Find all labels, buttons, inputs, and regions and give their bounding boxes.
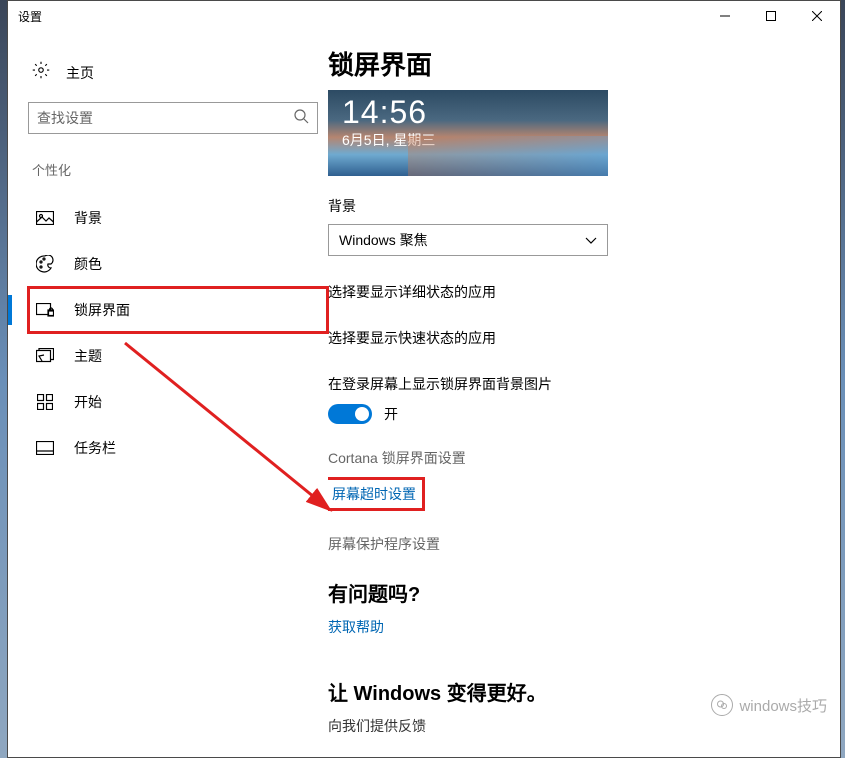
category-header: 个性化 bbox=[32, 160, 328, 179]
home-label: 主页 bbox=[66, 63, 94, 83]
themes-icon bbox=[36, 348, 54, 364]
get-help-link[interactable]: 获取帮助 bbox=[328, 617, 840, 637]
cortana-settings-link[interactable]: Cortana 锁屏界面设置 bbox=[328, 448, 840, 468]
background-label: 背景 bbox=[328, 196, 840, 216]
sidebar-item-taskbar[interactable]: 任务栏 bbox=[28, 425, 328, 471]
close-button[interactable] bbox=[794, 1, 840, 31]
detail-apps-label: 选择要显示详细状态的应用 bbox=[328, 282, 840, 302]
sidebar: 主页 个性化 背景 颜色 bbox=[8, 31, 328, 757]
lockscreen-icon bbox=[36, 303, 54, 317]
maximize-button[interactable] bbox=[748, 1, 794, 31]
sidebar-item-label: 主题 bbox=[74, 346, 102, 366]
window-title: 设置 bbox=[18, 8, 42, 25]
sidebar-item-colors[interactable]: 颜色 bbox=[28, 241, 328, 287]
page-title: 锁屏界面 bbox=[328, 45, 840, 82]
sidebar-item-label: 开始 bbox=[74, 392, 102, 412]
main-panel: 锁屏界面 14:56 6月5日, 星期三 背景 Windows 聚焦 选择要显示… bbox=[328, 31, 840, 757]
screen-timeout-link[interactable]: 屏幕超时设置 bbox=[328, 482, 420, 506]
watermark: windows技巧 bbox=[711, 694, 827, 716]
quick-apps-label: 选择要显示快速状态的应用 bbox=[328, 328, 840, 348]
wechat-icon bbox=[711, 694, 733, 716]
feedback-link[interactable]: 向我们提供反馈 bbox=[328, 716, 840, 736]
search-icon bbox=[293, 108, 309, 129]
background-dropdown[interactable]: Windows 聚焦 bbox=[328, 224, 608, 256]
lockscreen-preview[interactable]: 14:56 6月5日, 星期三 bbox=[328, 90, 608, 176]
sidebar-item-start[interactable]: 开始 bbox=[28, 379, 328, 425]
titlebar[interactable]: 设置 bbox=[8, 1, 840, 31]
sidebar-item-label: 任务栏 bbox=[74, 438, 116, 458]
preview-time: 14:56 bbox=[342, 96, 594, 128]
sidebar-item-label: 颜色 bbox=[74, 254, 102, 274]
sidebar-item-label: 背景 bbox=[74, 208, 102, 228]
start-icon bbox=[36, 394, 54, 410]
sidebar-item-themes[interactable]: 主题 bbox=[28, 333, 328, 379]
sidebar-item-background[interactable]: 背景 bbox=[28, 195, 328, 241]
picture-icon bbox=[36, 211, 54, 225]
chevron-down-icon bbox=[585, 232, 597, 248]
gear-icon bbox=[32, 61, 50, 84]
palette-icon bbox=[36, 255, 54, 273]
search-box[interactable] bbox=[28, 102, 318, 134]
home-button[interactable]: 主页 bbox=[28, 51, 328, 102]
sidebar-item-lockscreen[interactable]: 锁屏界面 bbox=[28, 287, 328, 333]
login-bg-label: 在登录屏幕上显示锁屏界面背景图片 bbox=[328, 374, 840, 394]
search-input[interactable] bbox=[37, 110, 293, 126]
watermark-text: windows技巧 bbox=[739, 695, 827, 716]
login-bg-toggle[interactable] bbox=[328, 404, 372, 424]
sidebar-item-label: 锁屏界面 bbox=[74, 300, 130, 320]
screensaver-settings-link[interactable]: 屏幕保护程序设置 bbox=[328, 534, 840, 554]
dropdown-value: Windows 聚焦 bbox=[339, 230, 428, 250]
taskbar-icon bbox=[36, 441, 54, 455]
minimize-button[interactable] bbox=[702, 1, 748, 31]
settings-window: 设置 主页 bbox=[7, 0, 841, 758]
toggle-state-label: 开 bbox=[384, 404, 398, 424]
question-header: 有问题吗? bbox=[328, 578, 840, 607]
